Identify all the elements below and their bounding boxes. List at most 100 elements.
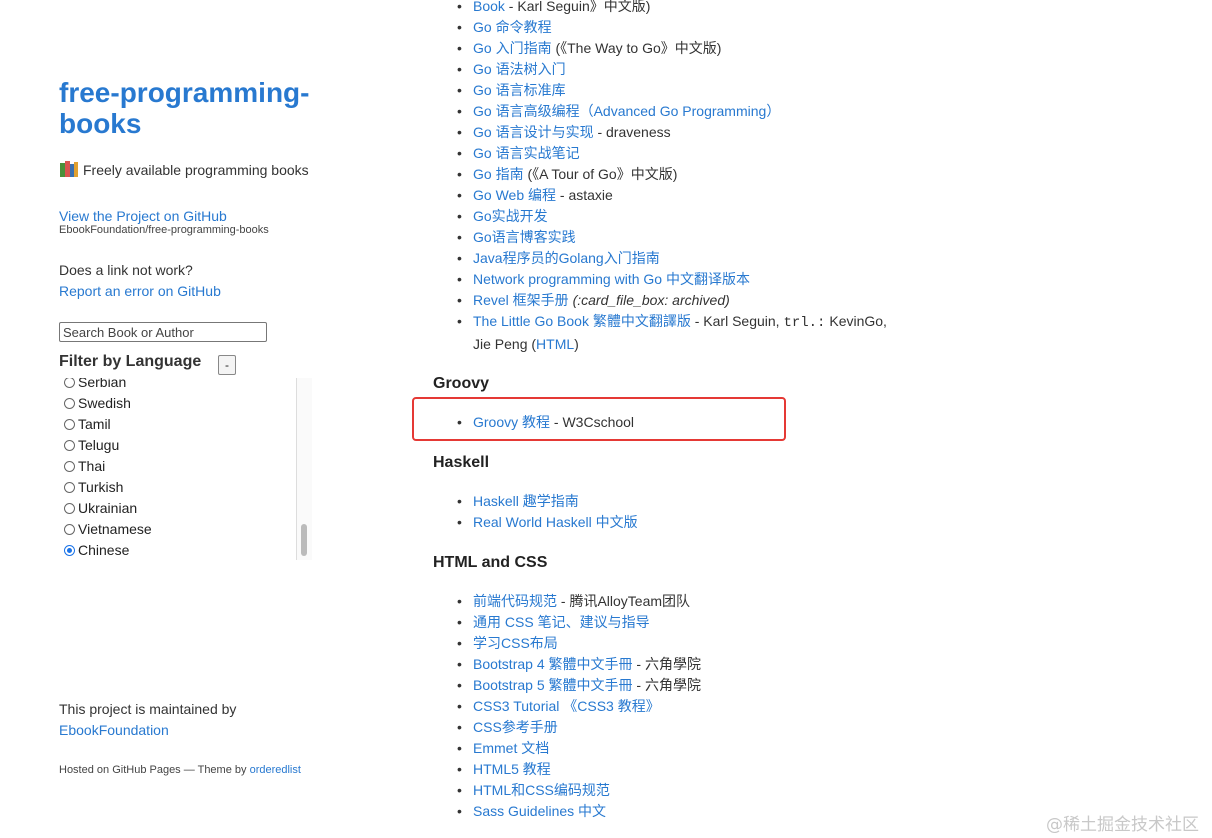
list-item: Book - Karl Seguin》中文版) (433, 0, 893, 17)
language-option-swedish[interactable]: Swedish (64, 393, 152, 414)
list-item: Network programming with Go 中文翻译版本 (433, 269, 893, 290)
book-link[interactable]: Go 语言设计与实现 (473, 124, 594, 140)
maintained-by: This project is maintained by EbookFound… (59, 699, 236, 741)
book-meta: - Karl Seguin》中文版) (504, 0, 651, 14)
book-link[interactable]: Sass Guidelines 中文 (473, 803, 606, 819)
book-link[interactable]: Go 语言实战笔记 (473, 145, 580, 161)
book-link[interactable]: HTML和CSS编码规范 (473, 782, 610, 798)
list-item: Go Web 编程 - astaxie (433, 185, 893, 206)
language-option-chinese[interactable]: Chinese (64, 540, 152, 560)
go-book-list: Book - Karl Seguin》中文版) Go 命令教程 Go 入门指南 … (433, 0, 893, 355)
filter-collapse-button[interactable]: - (218, 355, 236, 375)
language-option-serbian[interactable]: Serbian (64, 378, 152, 393)
radio-icon[interactable] (64, 378, 75, 388)
book-link[interactable]: Haskell 趣学指南 (473, 493, 579, 509)
translator-code: trl.: (783, 315, 826, 331)
site-title-link[interactable]: free-programming-books (59, 77, 309, 139)
radio-icon[interactable] (64, 503, 75, 514)
tagline: Freely available programming books (59, 160, 309, 178)
book-link[interactable]: Go 语法树入门 (473, 61, 566, 77)
list-item: Go 入门指南 (《The Way to Go》中文版) (433, 38, 893, 59)
radio-icon[interactable] (64, 419, 75, 430)
list-item: The Little Go Book 繁體中文翻譯版 - Karl Seguin… (433, 311, 893, 355)
list-item: Go 语言设计与实现 - draveness (433, 122, 893, 143)
search-input[interactable] (59, 322, 267, 342)
list-item: 通用 CSS 笔记、建议与指导 (433, 612, 701, 633)
book-link[interactable]: 通用 CSS 笔记、建议与指导 (473, 614, 650, 630)
book-link[interactable]: Revel 框架手册 (473, 292, 569, 308)
book-meta: - astaxie (556, 187, 613, 203)
github-repo-name: EbookFoundation/free-programming-books (59, 224, 269, 236)
filter-by-language-title: Filter by Language (59, 353, 202, 370)
book-link[interactable]: CSS参考手册 (473, 719, 558, 735)
book-link[interactable]: Go 语言标准库 (473, 82, 566, 98)
radio-icon[interactable] (64, 461, 75, 472)
language-label: Thai (78, 458, 106, 474)
scrollbar-thumb[interactable] (301, 524, 307, 556)
book-meta: ) (574, 336, 579, 352)
book-link[interactable]: Bootstrap 4 繁體中文手冊 (473, 656, 633, 672)
list-item: HTML和CSS编码规范 (433, 780, 701, 801)
section-heading-haskell: Haskell (433, 454, 490, 471)
book-link[interactable]: Go实战开发 (473, 208, 548, 224)
html-format-link[interactable]: HTML (536, 336, 574, 352)
list-item: Go 指南 (《A Tour of Go》中文版) (433, 164, 893, 185)
radio-icon[interactable] (64, 524, 75, 535)
language-list-scrollbar[interactable] (296, 378, 312, 560)
language-list-container[interactable]: Serbian Swedish Tamil Telugu Thai Turkis… (59, 378, 311, 560)
language-option-ukrainian[interactable]: Ukrainian (64, 498, 152, 519)
list-item: Go 语言实战笔记 (433, 143, 893, 164)
book-link[interactable]: Go 命令教程 (473, 19, 552, 35)
language-label: Telugu (78, 437, 120, 453)
radio-icon[interactable] (64, 398, 75, 409)
book-link[interactable]: Go语言博客实践 (473, 229, 576, 245)
list-item: 学习CSS布局 (433, 633, 701, 654)
book-link[interactable]: The Little Go Book 繁體中文翻譯版 (473, 313, 691, 329)
broken-link-question: Does a link not work? (59, 262, 193, 278)
book-link[interactable]: Emmet 文档 (473, 740, 549, 756)
theme-link[interactable]: orderedlist (250, 764, 301, 776)
list-item: Revel 框架手册 (:card_file_box: archived) (433, 290, 893, 311)
book-meta: - 六角學院 (632, 677, 701, 693)
list-item: Emmet 文档 (433, 738, 701, 759)
language-option-turkish[interactable]: Turkish (64, 477, 152, 498)
book-link[interactable]: Go 入门指南 (473, 40, 552, 56)
book-link[interactable]: Go Web 编程 (473, 187, 556, 203)
list-item: Go语言博客实践 (433, 227, 893, 248)
book-link[interactable]: Java程序员的Golang入门指南 (473, 250, 660, 266)
language-option-thai[interactable]: Thai (64, 456, 152, 477)
book-link[interactable]: Book (473, 0, 505, 14)
language-option-vietnamese[interactable]: Vietnamese (64, 519, 152, 540)
list-item: CSS3 Tutorial 《CSS3 教程》 (433, 696, 701, 717)
radio-icon[interactable] (64, 440, 75, 451)
book-link[interactable]: 前端代码规范 (473, 593, 557, 609)
language-label: Swedish (78, 395, 131, 411)
book-link[interactable]: Network programming with Go 中文翻译版本 (473, 271, 750, 287)
book-meta: (《A Tour of Go》中文版) (523, 166, 678, 182)
book-link[interactable]: HTML5 教程 (473, 761, 551, 777)
radio-icon[interactable] (64, 482, 75, 493)
book-link[interactable]: Go 指南 (473, 166, 524, 182)
language-option-tamil[interactable]: Tamil (64, 414, 152, 435)
book-link[interactable]: CSS3 Tutorial 《CSS3 教程》 (473, 698, 660, 714)
book-link[interactable]: Go 语言高级编程（Advanced Go Programming） (473, 103, 780, 119)
language-label: Chinese (78, 542, 130, 558)
language-list: Serbian Swedish Tamil Telugu Thai Turkis… (64, 378, 152, 560)
tagline-text: Freely available programming books (83, 162, 309, 178)
language-label: Ukrainian (78, 500, 138, 516)
view-on-github-link[interactable]: View the Project on GitHub (59, 208, 227, 224)
report-error-link[interactable]: Report an error on GitHub (59, 283, 221, 299)
maintainer-link[interactable]: EbookFoundation (59, 722, 169, 738)
language-option-telugu[interactable]: Telugu (64, 435, 152, 456)
sidebar: free-programming-books Freely available … (59, 0, 329, 838)
list-item: 前端代码规范 - 腾讯AlloyTeam团队 (433, 591, 701, 612)
list-item: CSS参考手册 (433, 717, 701, 738)
highlight-annotation-box (412, 397, 786, 441)
site-title[interactable]: free-programming-books (59, 77, 329, 139)
book-meta: (《The Way to Go》中文版) (551, 40, 722, 56)
language-label: Vietnamese (78, 521, 152, 537)
radio-checked-icon[interactable] (64, 545, 75, 556)
book-link[interactable]: Real World Haskell 中文版 (473, 514, 638, 530)
book-link[interactable]: 学习CSS布局 (473, 635, 558, 651)
book-link[interactable]: Bootstrap 5 繁體中文手冊 (473, 677, 633, 693)
